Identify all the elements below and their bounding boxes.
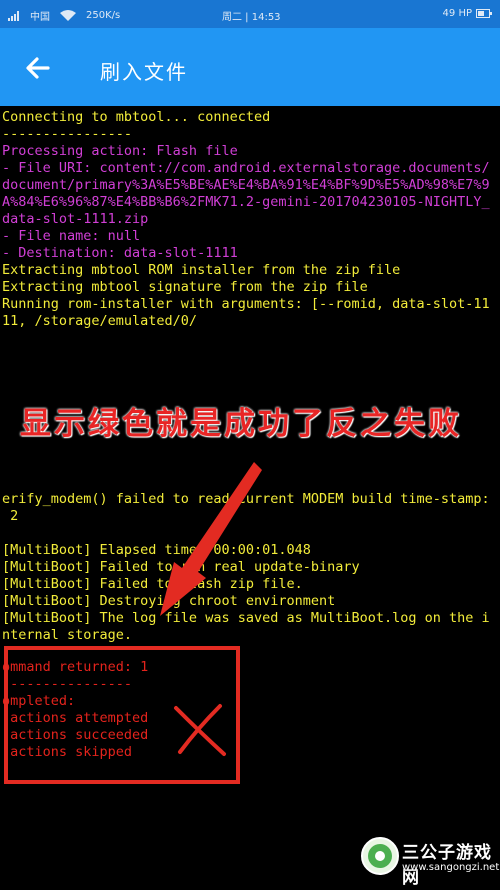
console-line: Processing action: Flash file <box>2 143 238 159</box>
console-line: document/primary%3A%E5%BE%AE%E4%BA%91%E4… <box>2 177 490 193</box>
console-line: 11, /storage/emulated/0/ <box>2 313 198 329</box>
watermark-url: www.sangongzi.net <box>402 862 500 873</box>
clock: 周二 | 14:53 <box>222 12 281 23</box>
app-toolbar: 刷入文件 <box>0 28 500 106</box>
page-title: 刷入文件 <box>100 60 188 84</box>
carrier-label: 中国 <box>30 12 50 23</box>
cross-mark-icon <box>174 704 226 756</box>
signal-icon <box>8 10 19 21</box>
console-line: Extracting mbtool signature from the zip… <box>2 279 368 295</box>
annotation-text: 显示绿色就是成功了反之失败 <box>20 406 462 442</box>
console-output: Connecting to mbtool... connected -------… <box>0 106 500 890</box>
status-bar: 中国 250K/s 周二 | 14:53 49 HP <box>0 0 500 28</box>
console-line: A%84%E6%96%87%E4%BB%B6%2FMK71.2-gemini-2… <box>2 194 490 210</box>
network-speed: 250K/s <box>86 10 121 21</box>
console-line: 2 <box>2 508 19 524</box>
battery-icon <box>476 9 492 18</box>
console-line: [MultiBoot] Destroying chroot environmen… <box>2 593 336 609</box>
console-line: [MultiBoot] Elapsed time: 00:00:01.048 <box>2 542 311 558</box>
console-line: [MultiBoot] The log file was saved as Mu… <box>2 610 490 626</box>
console-line: [MultiBoot] Failed to flash zip file. <box>2 576 303 592</box>
wifi-icon <box>60 10 76 21</box>
battery-level: 49 HP <box>442 8 472 19</box>
console-line: - File URI: content://com.android.extern… <box>2 160 490 176</box>
console-line: - File name: null <box>2 228 141 244</box>
console-line: [MultiBoot] Failed to run real update-bi… <box>2 559 360 575</box>
watermark-logo-icon <box>361 837 399 875</box>
console-line: erify_modem() failed to read current MOD… <box>2 491 490 507</box>
console-line: - Destination: data-slot-1111 <box>2 245 238 261</box>
arrow-back-icon <box>26 57 50 79</box>
console-line: ---------------- <box>2 126 133 142</box>
watermark: 三公子游戏网 www.sangongzi.net <box>358 830 500 888</box>
back-button[interactable] <box>20 50 56 86</box>
console-line: Extracting mbtool ROM installer from the… <box>2 262 401 278</box>
console-line: Connecting to mbtool... connected <box>2 109 271 125</box>
console-line: data-slot-1111.zip <box>2 211 149 227</box>
console-line: nternal storage. <box>2 627 133 643</box>
console-line: Running rom-installer with arguments: [-… <box>2 296 490 312</box>
